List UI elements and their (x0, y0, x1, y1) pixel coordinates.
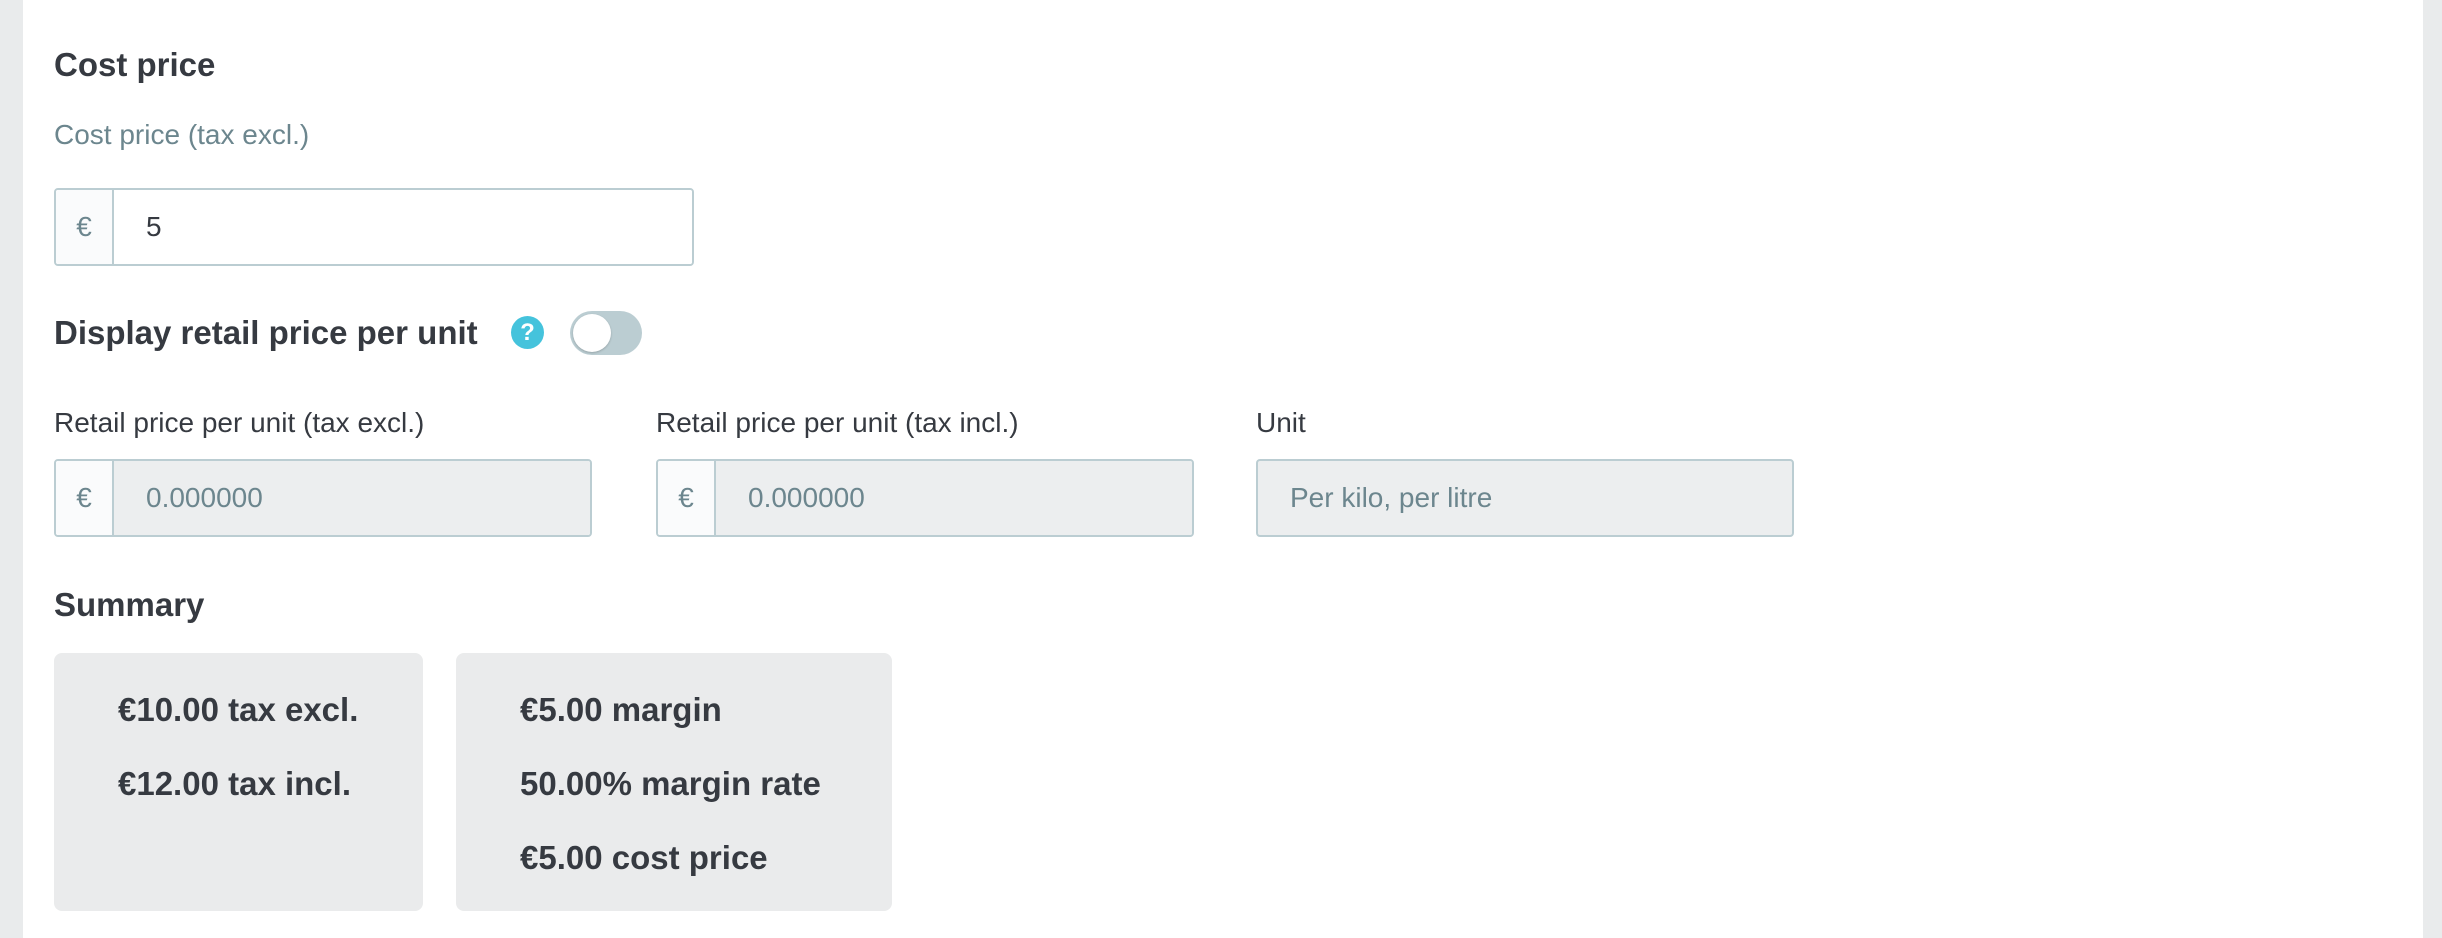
summary-cost-price: €5.00 cost price (520, 839, 768, 876)
cost-price-label: Cost price (tax excl.) (54, 119, 310, 150)
unit-input[interactable] (1256, 459, 1794, 537)
unit-price-tax-incl-input-group: € (656, 459, 1194, 537)
summary-heading: Summary (54, 586, 205, 623)
unit-price-heading: Display retail price per unit (54, 314, 478, 351)
unit-price-tax-incl-input[interactable] (716, 461, 1192, 535)
currency-addon: € (658, 461, 716, 535)
unit-price-tax-excl-input-group: € (54, 459, 592, 537)
summary-margin-rate: 50.00% margin rate (520, 765, 821, 802)
toggle-knob (573, 314, 611, 352)
summary-margin: €5.00 margin (520, 691, 722, 728)
unit-price-toggle[interactable] (570, 311, 642, 355)
unit-price-tax-incl-label: Retail price per unit (tax incl.) (656, 407, 1019, 438)
summary-tax-incl: €12.00 tax incl. (118, 765, 351, 802)
pricing-panel: Cost price Cost price (tax excl.) € Disp… (23, 0, 2423, 938)
unit-label: Unit (1256, 407, 1306, 438)
cost-price-heading: Cost price (54, 46, 216, 83)
summary-price-card: €10.00 tax excl. €12.00 tax incl. (54, 653, 423, 911)
help-icon[interactable]: ? (511, 316, 544, 349)
cost-price-input[interactable] (114, 190, 692, 264)
currency-addon: € (56, 461, 114, 535)
summary-margin-card: €5.00 margin 50.00% margin rate €5.00 co… (456, 653, 892, 911)
summary-tax-excl: €10.00 tax excl. (118, 691, 359, 728)
currency-addon: € (56, 190, 114, 264)
unit-price-tax-excl-input[interactable] (114, 461, 590, 535)
unit-price-tax-excl-label: Retail price per unit (tax excl.) (54, 407, 425, 438)
cost-price-input-group: € (54, 188, 694, 266)
